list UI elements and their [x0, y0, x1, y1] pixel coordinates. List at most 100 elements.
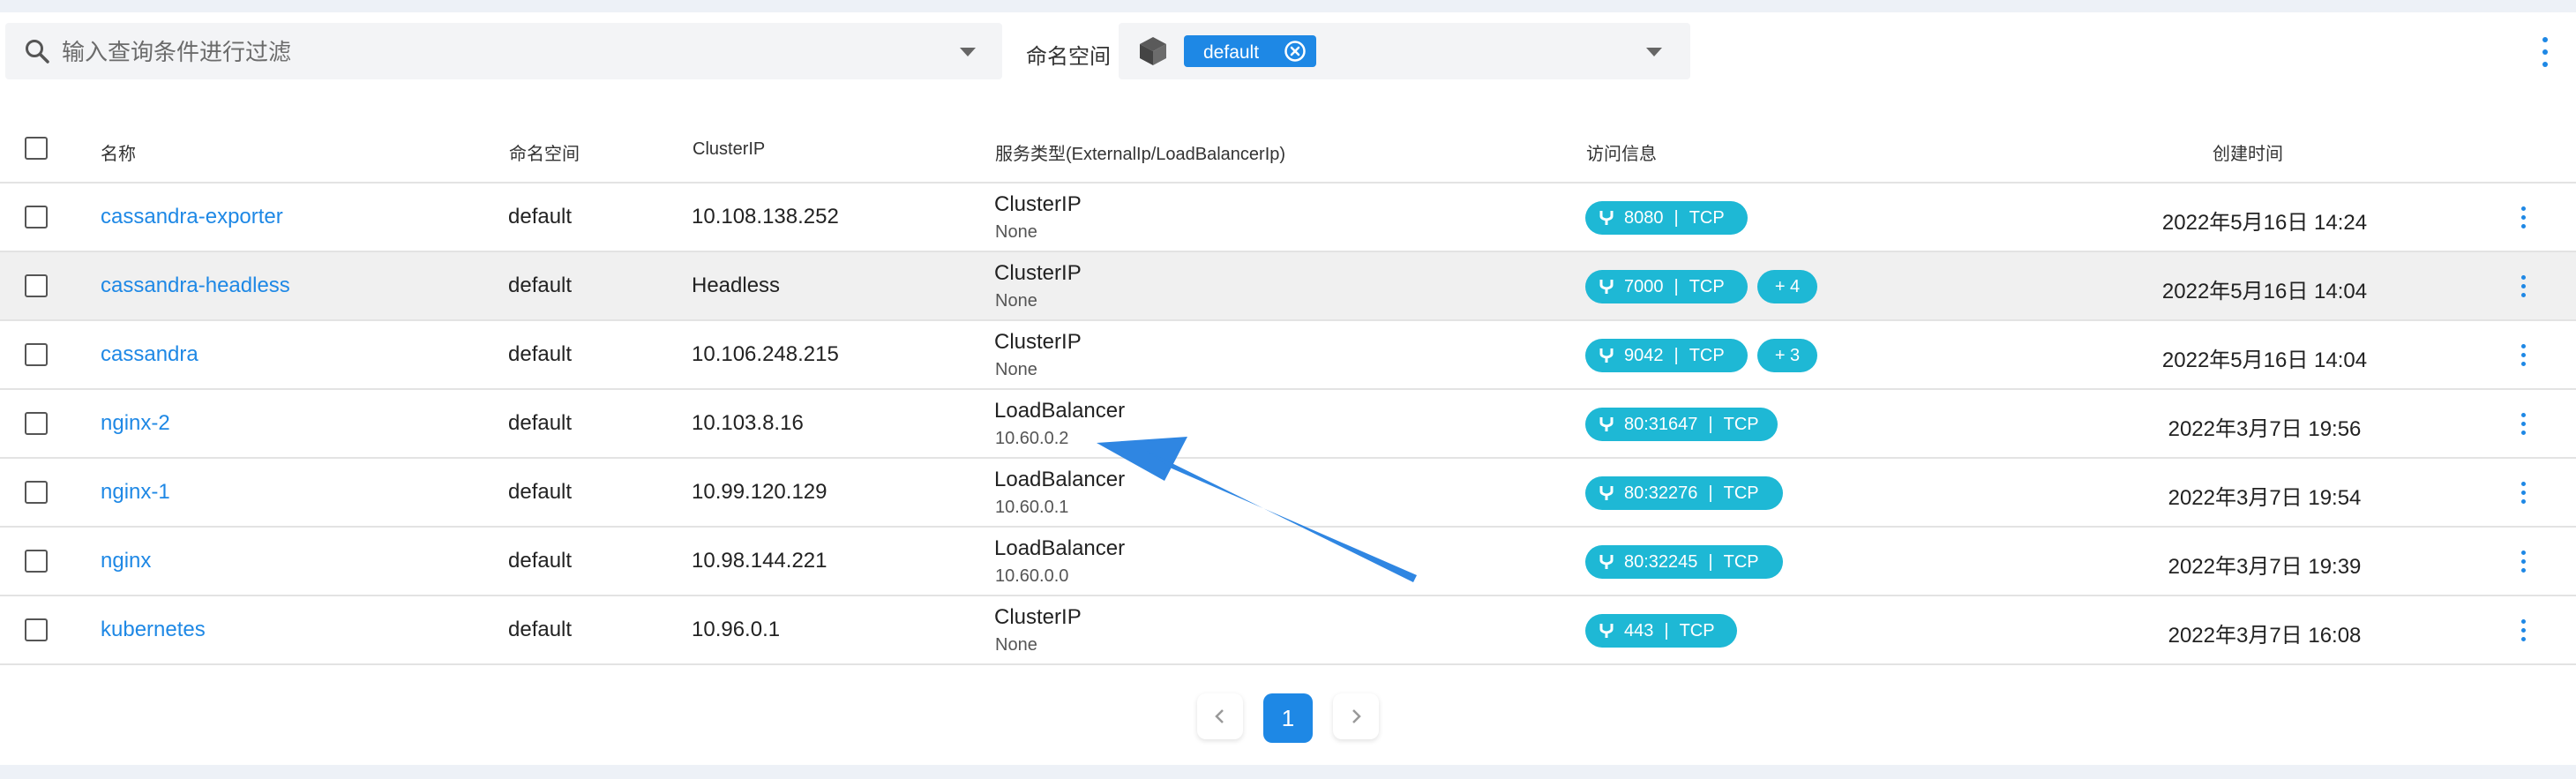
service-cluster-ip: 10.98.144.221	[692, 549, 827, 573]
service-namespace: default	[508, 618, 573, 641]
header-created[interactable]: 创建时间	[2213, 139, 2283, 165]
header-cluster-ip[interactable]: ClusterIP	[693, 139, 765, 160]
more-vertical-icon[interactable]	[2518, 411, 2530, 438]
page-1-button[interactable]: 1	[1263, 693, 1313, 743]
table-row[interactable]: nginx default 10.98.144.221 LoadBalancer 10.…	[0, 528, 2576, 596]
port-pill[interactable]: 80:32276 | TCP	[1585, 476, 1783, 510]
service-name-link[interactable]: nginx	[101, 549, 151, 573]
table-header: 名称 命名空间 ClusterIP 服务类型(ExternalIp/LoadBa…	[0, 115, 2576, 184]
more-vertical-icon[interactable]	[2539, 35, 2551, 69]
port-separator: |	[1708, 551, 1713, 572]
close-circle-icon[interactable]	[1284, 40, 1307, 63]
service-external-ip: 10.60.0.0	[995, 566, 1069, 586]
service-cluster-ip: 10.106.248.215	[692, 342, 839, 366]
port-pill[interactable]: 8080 | TCP	[1585, 201, 1748, 235]
table-row[interactable]: kubernetes default 10.96.0.1 ClusterIP None 4…	[0, 596, 2576, 665]
row-checkbox[interactable]	[25, 618, 48, 641]
service-name-link[interactable]: nginx-2	[101, 411, 170, 436]
port-value: 80:32245	[1624, 551, 1698, 572]
more-vertical-icon[interactable]	[2518, 205, 2530, 231]
port-protocol: TCP	[1723, 483, 1759, 503]
service-name-link[interactable]: nginx-1	[101, 480, 170, 505]
port-protocol: TCP	[1679, 620, 1715, 640]
service-name-link[interactable]: cassandra-headless	[101, 273, 290, 298]
port-protocol: TCP	[1689, 276, 1725, 296]
row-checkbox[interactable]	[25, 206, 48, 228]
search-input[interactable]	[60, 23, 946, 81]
service-cluster-ip: 10.103.8.16	[692, 411, 804, 435]
service-external-ip: None	[995, 291, 1037, 311]
port-separator: |	[1674, 276, 1679, 296]
port-pill[interactable]: 7000 | TCP	[1585, 270, 1748, 303]
table-row[interactable]: cassandra-headless default Headless Cluster…	[0, 252, 2576, 321]
service-name-link[interactable]: cassandra	[101, 342, 198, 367]
service-namespace: default	[508, 273, 573, 297]
service-namespace: default	[508, 411, 573, 435]
search-box[interactable]	[5, 23, 1002, 81]
port-fork-icon	[1599, 417, 1614, 431]
table-row[interactable]: nginx-1 default 10.99.120.129 LoadBalancer 1…	[0, 459, 2576, 528]
row-checkbox[interactable]	[25, 412, 48, 435]
namespace-label: 命名空间	[1026, 45, 1111, 69]
service-external-ip: None	[995, 635, 1037, 655]
row-checkbox[interactable]	[25, 274, 48, 297]
more-ports-badge[interactable]: + 4	[1757, 270, 1817, 303]
row-checkbox[interactable]	[25, 550, 48, 573]
service-cluster-ip: 10.99.120.129	[692, 480, 827, 504]
more-ports-badge[interactable]: + 3	[1757, 339, 1817, 372]
port-protocol: TCP	[1689, 345, 1725, 365]
service-type: LoadBalancer	[994, 399, 1126, 423]
port-fork-icon	[1599, 624, 1614, 638]
header-namespace[interactable]: 命名空间	[509, 139, 580, 165]
header-service-type[interactable]: 服务类型(ExternalIp/LoadBalancerIp)	[995, 139, 1285, 165]
header-name[interactable]: 名称	[101, 139, 136, 165]
port-value: 443	[1624, 620, 1654, 640]
port-separator: |	[1708, 483, 1713, 503]
port-pill[interactable]: 80:32245 | TCP	[1585, 545, 1783, 579]
select-all-checkbox[interactable]	[25, 137, 48, 160]
service-type: LoadBalancer	[994, 468, 1126, 491]
service-created-time: 2022年3月7日 19:39	[2168, 555, 2362, 579]
more-vertical-icon[interactable]	[2518, 480, 2530, 506]
row-checkbox[interactable]	[25, 481, 48, 504]
namespace-select[interactable]: default	[1119, 23, 1690, 79]
port-fork-icon	[1599, 280, 1614, 294]
service-namespace: default	[508, 549, 573, 573]
service-cluster-ip: Headless	[692, 273, 781, 297]
more-vertical-icon[interactable]	[2518, 273, 2530, 300]
row-checkbox[interactable]	[25, 343, 48, 366]
port-protocol: TCP	[1723, 414, 1759, 434]
service-created-time: 2022年5月16日 14:04	[2161, 348, 2368, 372]
table-row[interactable]: cassandra default 10.106.248.215 ClusterIP N…	[0, 321, 2576, 390]
port-value: 9042	[1624, 345, 1664, 365]
table-row[interactable]: cassandra-exporter default 10.108.138.252 C…	[0, 184, 2576, 252]
namespace-chip-label: default	[1203, 42, 1260, 63]
port-fork-icon	[1599, 486, 1614, 500]
port-protocol: TCP	[1689, 207, 1725, 228]
chevron-down-icon[interactable]	[1646, 48, 1662, 56]
more-vertical-icon[interactable]	[2518, 618, 2530, 644]
table-row[interactable]: nginx-2 default 10.103.8.16 LoadBalancer 10.…	[0, 390, 2576, 459]
chevron-left-icon	[1215, 709, 1224, 723]
service-external-ip: 10.60.0.1	[995, 498, 1069, 517]
service-created-time: 2022年3月7日 16:08	[2168, 624, 2362, 648]
chevron-down-icon[interactable]	[960, 48, 976, 56]
service-name-link[interactable]: kubernetes	[101, 618, 206, 642]
more-vertical-icon[interactable]	[2518, 342, 2530, 369]
namespace-chip[interactable]: default	[1184, 35, 1316, 67]
port-separator: |	[1674, 207, 1679, 228]
next-page-button[interactable]	[1333, 693, 1379, 739]
port-protocol: TCP	[1723, 551, 1759, 572]
port-pill[interactable]: 443 | TCP	[1585, 614, 1737, 648]
service-namespace: default	[508, 342, 573, 366]
more-vertical-icon[interactable]	[2518, 549, 2530, 575]
prev-page-button[interactable]	[1197, 693, 1243, 739]
service-name-link[interactable]: cassandra-exporter	[101, 205, 283, 229]
header-access[interactable]: 访问信息	[1586, 139, 1657, 165]
port-pill[interactable]: 9042 | TCP	[1585, 339, 1748, 372]
port-separator: |	[1664, 620, 1669, 640]
service-created-time: 2022年5月16日 14:24	[2161, 211, 2368, 235]
port-pill[interactable]: 80:31647 | TCP	[1585, 408, 1778, 441]
service-cluster-ip: 10.108.138.252	[692, 205, 839, 228]
service-namespace: default	[508, 205, 573, 228]
